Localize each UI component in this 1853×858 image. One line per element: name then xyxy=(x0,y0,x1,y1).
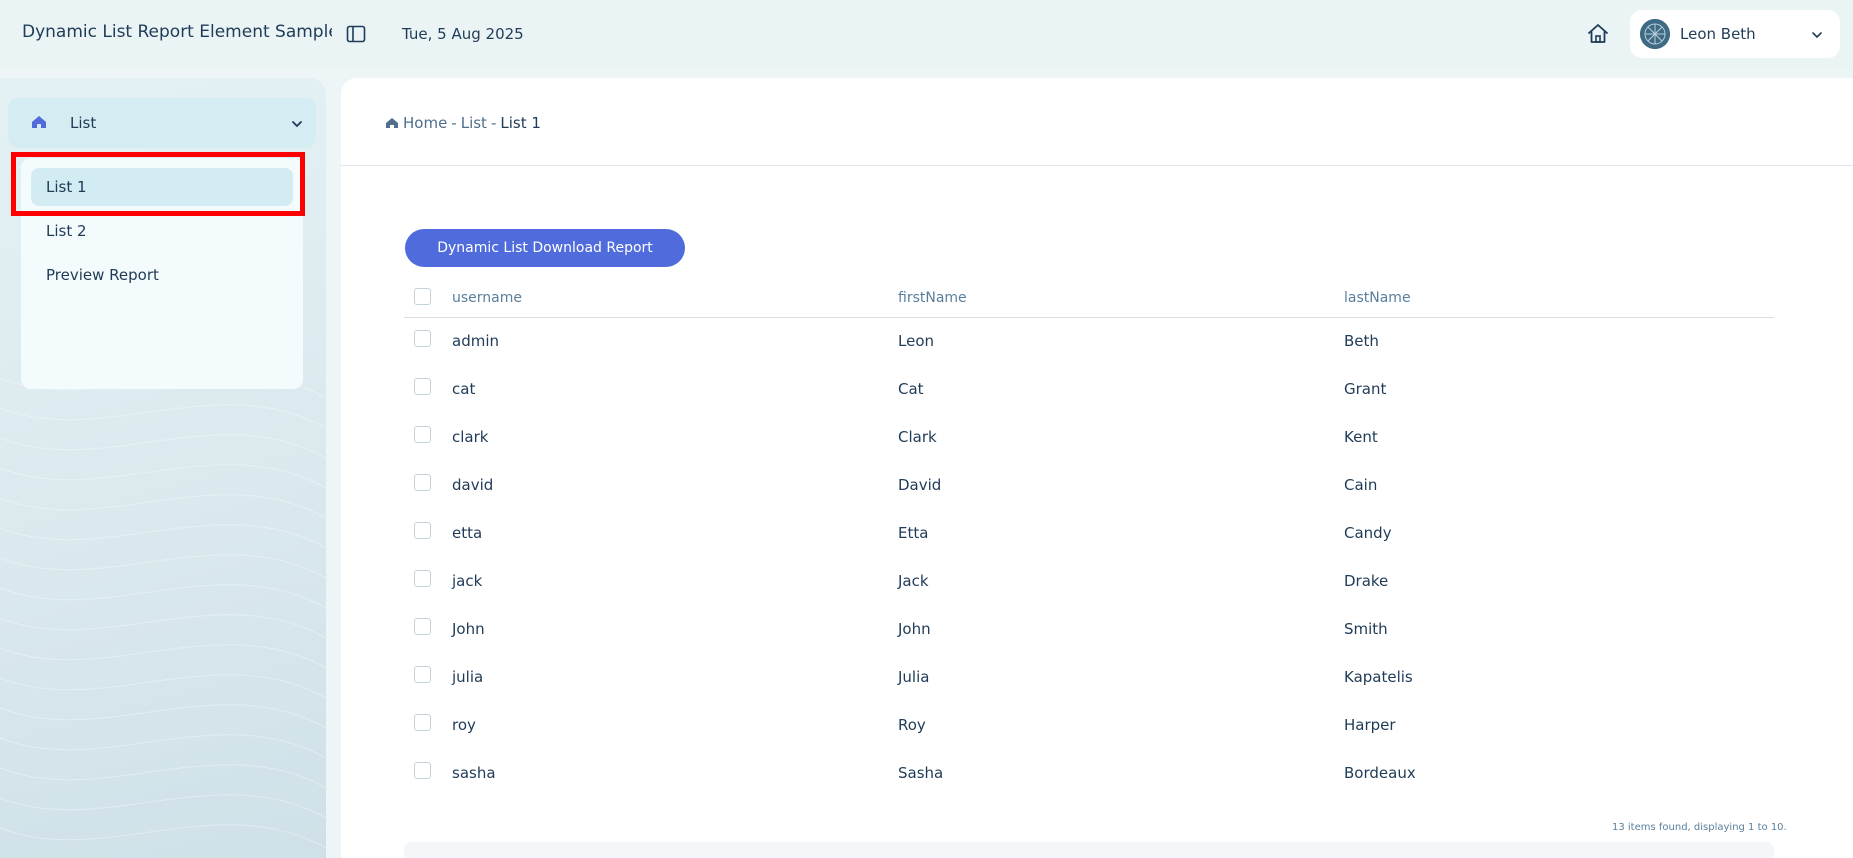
sidebar-group-list[interactable]: List xyxy=(8,98,316,148)
row-checkbox[interactable] xyxy=(414,570,431,587)
cell-username: david xyxy=(452,476,494,494)
table-row[interactable]: clark Clark Kent xyxy=(404,414,1774,462)
table-row[interactable]: cat Cat Grant xyxy=(404,366,1774,414)
column-header-username[interactable]: username xyxy=(452,290,522,306)
dynamic-list-download-report-button[interactable]: Dynamic List Download Report xyxy=(405,229,685,267)
user-menu[interactable]: Leon Beth xyxy=(1630,10,1840,58)
row-checkbox[interactable] xyxy=(414,762,431,779)
cell-firstname: Sasha xyxy=(898,764,944,782)
top-header: Dynamic List Report Element Sample App T… xyxy=(0,0,1853,70)
cell-firstname: David xyxy=(898,476,942,494)
table-row[interactable]: julia Julia Kapatelis xyxy=(404,654,1774,702)
sidebar-item-preview-report[interactable]: Preview Report xyxy=(31,256,293,294)
home-icon[interactable] xyxy=(1586,22,1610,46)
cell-username: sasha xyxy=(452,764,496,782)
cell-lastname: Grant xyxy=(1344,380,1387,398)
sidebar-item-list-2[interactable]: List 2 xyxy=(31,212,293,250)
cell-firstname: Etta xyxy=(898,524,929,542)
table-row[interactable]: jack Jack Drake xyxy=(404,558,1774,606)
cell-username: cat xyxy=(452,380,476,398)
cell-username: etta xyxy=(452,524,483,542)
breadcrumb: Home - List - List 1 xyxy=(385,114,541,132)
table-row[interactable]: admin Leon Beth xyxy=(404,318,1774,366)
user-name: Leon Beth xyxy=(1680,25,1756,43)
row-checkbox[interactable] xyxy=(414,330,431,347)
breadcrumb-list[interactable]: List xyxy=(461,114,487,132)
chevron-down-icon xyxy=(1810,27,1824,41)
table-row[interactable]: david David Cain xyxy=(404,462,1774,510)
cell-username: John xyxy=(452,620,485,638)
cell-username: julia xyxy=(452,668,484,686)
cell-lastname: Kapatelis xyxy=(1344,668,1413,686)
cell-lastname: Kent xyxy=(1344,428,1378,446)
row-checkbox[interactable] xyxy=(414,618,431,635)
sidebar-group-label: List xyxy=(70,114,97,132)
main-panel: Home - List - List 1 Dynamic List Downlo… xyxy=(341,78,1853,858)
cell-lastname: Harper xyxy=(1344,716,1396,734)
breadcrumb-separator: - xyxy=(451,114,457,132)
cell-lastname: Beth xyxy=(1344,332,1379,350)
row-checkbox[interactable] xyxy=(414,378,431,395)
cell-firstname: Julia xyxy=(898,668,930,686)
cell-firstname: Jack xyxy=(898,572,929,590)
cell-lastname: Bordeaux xyxy=(1344,764,1416,782)
cell-lastname: Candy xyxy=(1344,524,1392,542)
row-checkbox[interactable] xyxy=(414,474,431,491)
table-header: username firstName lastName xyxy=(404,266,1774,318)
cell-firstname: John xyxy=(898,620,931,638)
cell-username: clark xyxy=(452,428,489,446)
pagination-summary: 13 items found, displaying 1 to 10. xyxy=(1612,822,1787,833)
divider xyxy=(341,165,1853,166)
cell-lastname: Drake xyxy=(1344,572,1389,590)
table-row[interactable]: John John Smith xyxy=(404,606,1774,654)
breadcrumb-separator: - xyxy=(490,114,497,132)
select-all-checkbox[interactable] xyxy=(414,288,431,305)
avatar xyxy=(1640,19,1670,49)
row-checkbox[interactable] xyxy=(414,666,431,683)
cell-username: roy xyxy=(452,716,476,734)
column-header-lastname[interactable]: lastName xyxy=(1344,290,1411,306)
table-row[interactable]: sasha Sasha Bordeaux xyxy=(404,750,1774,798)
current-date: Tue, 5 Aug 2025 xyxy=(402,25,524,43)
cell-firstname: Roy xyxy=(898,716,926,734)
sidebar-item-list-1[interactable]: List 1 xyxy=(31,168,293,206)
cell-lastname: Cain xyxy=(1344,476,1378,494)
row-checkbox[interactable] xyxy=(414,426,431,443)
chevron-down-icon xyxy=(290,116,304,130)
cell-lastname: Smith xyxy=(1344,620,1388,638)
table-row[interactable]: roy Roy Harper xyxy=(404,702,1774,750)
pagination-bar xyxy=(404,842,1774,858)
row-checkbox[interactable] xyxy=(414,714,431,731)
sidebar: List List 1 List 2 Preview Report xyxy=(0,78,326,858)
home-icon xyxy=(30,113,48,131)
cell-username: admin xyxy=(452,332,499,350)
table-row[interactable]: etta Etta Candy xyxy=(404,510,1774,558)
home-icon xyxy=(385,116,399,130)
sidebar-toggle-icon[interactable] xyxy=(346,25,366,43)
sidebar-submenu: List 1 List 2 Preview Report xyxy=(21,158,303,389)
breadcrumb-home[interactable]: Home xyxy=(403,114,447,132)
cell-username: jack xyxy=(452,572,483,590)
column-header-firstname[interactable]: firstName xyxy=(898,290,967,306)
cell-firstname: Leon xyxy=(898,332,935,350)
cell-firstname: Cat xyxy=(898,380,924,398)
row-checkbox[interactable] xyxy=(414,522,431,539)
breadcrumb-current: List 1 xyxy=(500,114,541,132)
app-title: Dynamic List Report Element Sample App xyxy=(22,22,332,42)
cell-firstname: Clark xyxy=(898,428,937,446)
